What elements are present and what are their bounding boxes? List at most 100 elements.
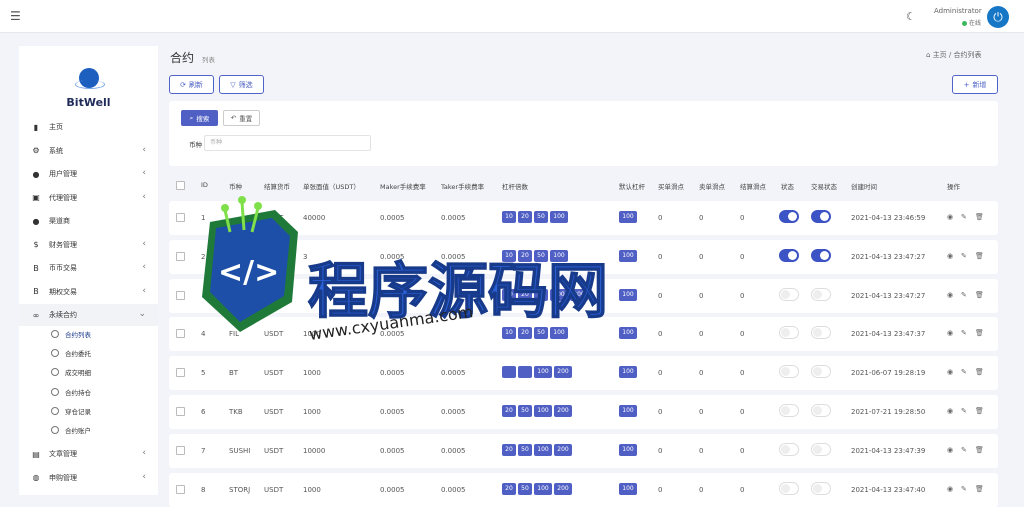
eye-icon[interactable]: ◉ [947,485,953,493]
column-header: 操作 [947,183,960,191]
sidebar-item-label: 渠道商 [49,217,70,225]
filter-button[interactable]: ▽ 筛选 [219,75,264,94]
eye-icon[interactable]: ◉ [947,446,953,454]
row-checkbox[interactable] [176,251,185,261]
sidebar-item-5[interactable]: $ 财务管理 ‹ [19,234,158,256]
trash-icon[interactable]: 🗑 [975,485,984,493]
table-row: 5 BT USDT 1000 0.0005 0.0005 100 200 100 0 0 0 2021-… [169,356,998,391]
sidebar-subitem-0[interactable]: 合约列表 [19,325,158,343]
sidebar-item-label: 财务管理 [49,240,77,249]
sidebar-item-0[interactable]: ▮ 主页 [19,116,158,138]
sidebar-subitem-1[interactable]: 合约委托 [19,344,158,362]
eye-icon[interactable]: ◉ [947,407,953,415]
trash-icon[interactable]: 🗑 [975,446,984,454]
sidebar-bottom-item-1[interactable]: ◍ 申购管理 ‹ [19,467,158,489]
dollar-icon: $ [33,240,39,249]
edit-icon[interactable]: ✎ [961,213,967,221]
person-icon: ● [32,216,40,226]
reset-button[interactable]: ↶ 重置 [223,110,260,126]
chevron-left-icon: ‹ [142,262,146,272]
status-toggle[interactable] [779,210,799,223]
trade-status-toggle[interactable] [811,481,831,495]
eye-icon[interactable]: ◉ [947,329,953,337]
trash-icon[interactable]: 🗑 [975,252,984,260]
moon-icon[interactable]: ☾ [906,10,916,23]
sidebar-item-6[interactable]: B 币币交易 ‹ [19,257,158,279]
brand-name: BitWell [66,96,111,109]
trade-status-toggle[interactable] [811,326,831,340]
cell-buy-slippage: 0 [658,408,663,416]
row-checkbox[interactable] [176,445,185,455]
cell-created-time: 2021-04-13 23:47:39 [851,446,926,455]
status-toggle[interactable] [779,248,799,262]
cell-settle: USDT [264,369,284,378]
table-row: USDT 10 20 50 100 200 100 0 0 0 2021-04-13 23:47:2… [169,278,998,313]
sidebar-subitem-3[interactable]: 合约持仓 [19,383,158,401]
sidebar-item-7[interactable]: B 期权交易 ‹ [19,281,158,303]
user-name: Administrator [934,7,982,15]
row-checkbox[interactable] [176,290,185,300]
status-toggle[interactable] [779,326,799,340]
sidebar-item-1[interactable]: ⚙ 系统 ‹ [19,140,158,162]
row-checkbox[interactable] [176,213,185,222]
circle-icon [51,349,59,358]
edit-icon[interactable]: ✎ [961,252,967,260]
status-toggle[interactable] [779,442,799,456]
eye-icon[interactable]: ◉ [947,368,953,376]
status-toggle[interactable] [779,287,799,301]
leverage-badge: 50 [534,211,548,223]
trash-icon[interactable]: 🗑 [975,407,984,415]
column-header: 结算货币 [264,183,290,191]
sidebar-item-8[interactable]: ∞ 永续合约 ⌄ [19,304,158,326]
default-leverage-badge: 100 [619,249,637,262]
trade-status-toggle[interactable] [811,210,831,223]
trash-icon[interactable]: 🗑 [975,213,984,221]
row-checkbox[interactable] [176,407,185,416]
cell-maker: 0.0005 [380,214,405,222]
cell-sell-slippage: 0 [699,330,704,339]
edit-icon[interactable]: ✎ [961,485,967,493]
trade-status-toggle[interactable] [811,287,831,301]
leverage-badge: 50 [518,405,532,417]
sidebar-subitem-2[interactable]: 成交明细 [19,363,158,381]
add-button[interactable]: + 新增 [952,75,998,94]
eye-icon[interactable]: ◉ [947,252,953,260]
status-toggle[interactable] [779,404,799,417]
coin-filter-input[interactable]: 币种 [204,135,371,151]
trade-status-toggle[interactable] [811,442,831,456]
eye-icon[interactable]: ◉ [947,213,953,221]
row-checkbox[interactable] [176,484,185,494]
sidebar-item-4[interactable]: ● 渠道商 [19,210,158,232]
leverage-badge: 100 [550,211,568,223]
eye-icon[interactable]: ◉ [947,291,953,299]
chevron-left-icon: ‹ [142,471,146,482]
trade-status-toggle[interactable] [811,248,831,262]
edit-icon[interactable]: ✎ [961,329,967,337]
sidebar-subitem-4[interactable]: 穿仓记录 [19,402,158,420]
refresh-button[interactable]: ⟳ 刷新 [169,75,214,94]
sidebar-item-3[interactable]: ▣ 代理管理 ‹ [19,187,158,209]
trash-icon[interactable]: 🗑 [975,291,984,299]
edit-icon[interactable]: ✎ [961,291,967,299]
edit-icon[interactable]: ✎ [961,446,967,454]
breadcrumb-home[interactable]: 主页 [933,51,947,59]
row-checkbox[interactable] [176,368,185,378]
status-toggle[interactable] [779,365,799,379]
hamburger-icon[interactable]: ☰ [10,9,21,23]
trade-status-toggle[interactable] [811,404,831,417]
sidebar-subitem-5[interactable]: 合约账户 [19,421,158,439]
power-icon[interactable]: ⏻ [987,6,1009,28]
trade-status-toggle[interactable] [811,365,831,379]
select-all-checkbox[interactable] [176,181,185,190]
sidebar-item-2[interactable]: ● 用户管理 ‹ [19,163,158,185]
edit-icon[interactable]: ✎ [961,368,967,376]
sidebar-bottom-item-0[interactable]: ▤ 文章管理 ‹ [19,443,158,465]
sidebar-item-label: 期权交易 [49,287,77,296]
row-checkbox[interactable] [176,329,185,339]
search-button[interactable]: ⌕ 搜索 [181,110,218,126]
leverage-badge [518,366,532,379]
edit-icon[interactable]: ✎ [961,407,967,415]
trash-icon[interactable]: 🗑 [975,329,984,337]
status-toggle[interactable] [779,481,799,495]
trash-icon[interactable]: 🗑 [975,368,984,376]
